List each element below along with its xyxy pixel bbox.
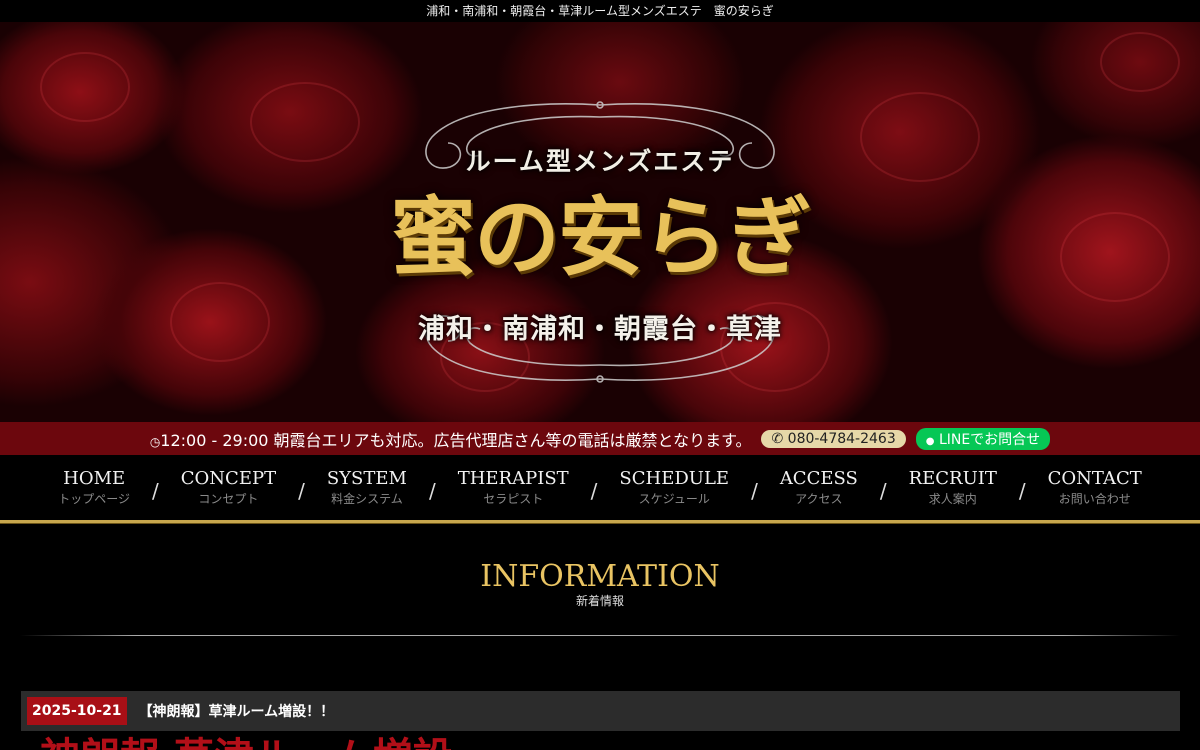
nav-therapist[interactable]: THERAPIST セラピスト (458, 468, 569, 507)
information-title: INFORMATION (480, 559, 720, 594)
nav-separator: / (298, 478, 305, 503)
information-section: INFORMATION 新着情報 (0, 559, 1200, 636)
nav-separator: / (751, 478, 758, 503)
nav-system[interactable]: SYSTEM 料金システム (327, 468, 407, 507)
information-subtitle: 新着情報 (575, 594, 624, 608)
clock-icon: ◷ (149, 434, 161, 449)
site-logo[interactable]: ルーム型メンズエステ 蜜の安らぎ 浦和・南浦和・朝霞台・草津 (370, 97, 830, 387)
nav-recruit[interactable]: RECRUIT 求人案内 (909, 468, 997, 507)
line-chat-icon: ● (925, 435, 935, 447)
site-top-title: 浦和・南浦和・朝霞台・草津ルーム型メンズエステ 蜜の安らぎ (0, 0, 1200, 22)
phone-icon: ✆ (771, 430, 784, 447)
hero-banner: ルーム型メンズエステ 蜜の安らぎ 浦和・南浦和・朝霞台・草津 (0, 22, 1200, 422)
main-nav: HOME トップページ / CONCEPT コンセプト / SYSTEM 料金システム… (0, 455, 1200, 523)
logo-area-text: 浦和・南浦和・朝霞台・草津 (418, 314, 782, 345)
nav-contact[interactable]: CONTACT お問い合わせ (1048, 468, 1142, 507)
nav-schedule[interactable]: SCHEDULE スケジュール (619, 468, 729, 507)
news-detail-heading: 神朗報 草津ルーム増設 (40, 738, 453, 750)
news-item[interactable]: 2025-10-21 【神朗報】草津ルーム増設！！ (21, 691, 1180, 731)
nav-concept[interactable]: CONCEPT コンセプト (181, 468, 276, 507)
phone-button[interactable]: ✆ 080-4784-2463 (761, 429, 906, 448)
logo-text: 蜜の安らぎ (390, 187, 812, 288)
information-heading: INFORMATION 新着情報 (0, 559, 1200, 609)
business-hours: ◷12:00 - 29:00 朝霞台エリアも対応。広告代理店さん等の電話は厳禁と… (149, 430, 752, 450)
nav-separator: / (879, 478, 887, 503)
nav-separator: / (428, 478, 436, 503)
nav-separator: / (590, 478, 598, 503)
nav-separator: / (152, 478, 159, 503)
nav-home[interactable]: HOME トップページ (58, 468, 130, 507)
nav-access[interactable]: ACCESS アクセス (780, 468, 858, 507)
nav-separator: / (1018, 478, 1026, 503)
divider (20, 635, 1180, 636)
news-date-badge: 2025-10-21 (27, 697, 127, 725)
line-contact-button[interactable]: ● LINEでお問合せ (915, 427, 1051, 450)
info-bar: ◷12:00 - 29:00 朝霞台エリアも対応。広告代理店さん等の電話は厳禁と… (0, 422, 1200, 455)
logo-subtitle: ルーム型メンズエステ (465, 147, 735, 176)
news-title: 【神朗報】草津ルーム増設！！ (138, 704, 335, 720)
